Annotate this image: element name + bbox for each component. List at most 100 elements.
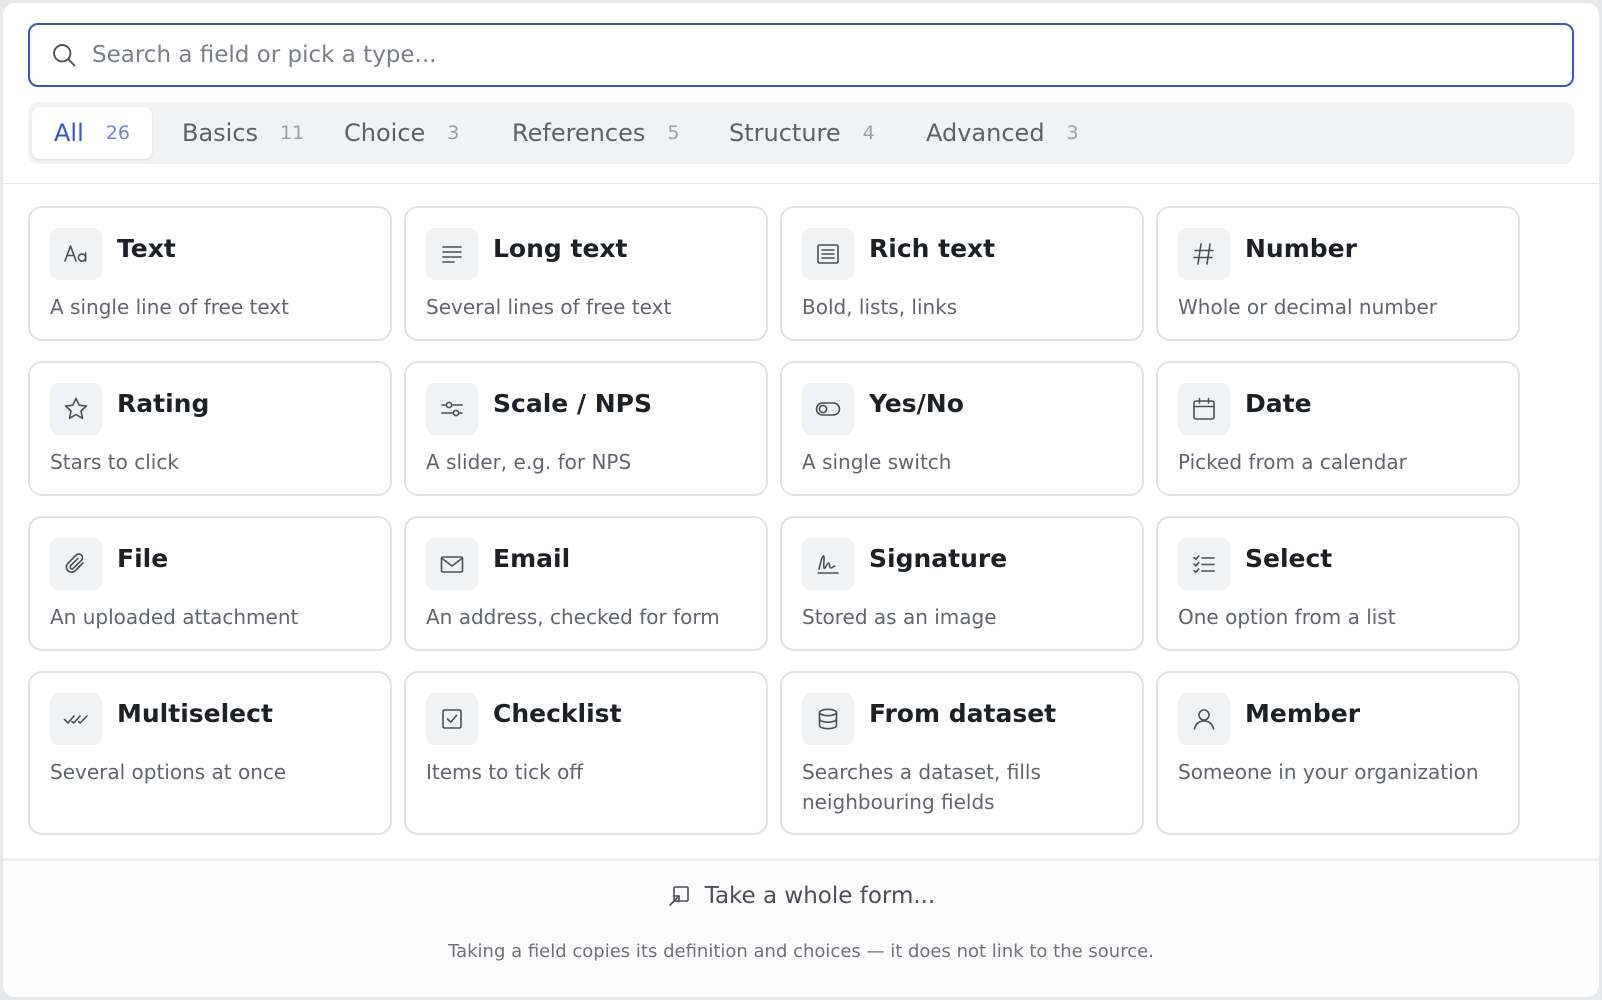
card-title: Long text bbox=[493, 234, 628, 263]
search-icon bbox=[53, 44, 76, 67]
field-type-member[interactable]: Member Someone in your organization bbox=[1156, 671, 1520, 835]
card-description: Searches a dataset, fills neighbouring f… bbox=[802, 760, 1041, 814]
category-tabs: All 26 Basics 11 Choice 3 References 5 S… bbox=[28, 102, 1574, 164]
field-type-rating[interactable]: Rating Stars to click bbox=[28, 361, 392, 496]
field-type-long-text[interactable]: Long text Several lines of free text bbox=[404, 206, 768, 341]
field-type-email[interactable]: Email An address, checked for form bbox=[404, 516, 768, 651]
divider bbox=[3, 183, 1599, 184]
field-type-from-dataset[interactable]: From dataset Searches a dataset, fills n… bbox=[780, 671, 1144, 835]
field-type-select[interactable]: Select One option from a list bbox=[1156, 516, 1520, 651]
card-title: Rich text bbox=[869, 234, 996, 263]
field-type-scale-nps[interactable]: Scale / NPS A slider, e.g. for NPS bbox=[404, 361, 768, 496]
tab-label: References bbox=[512, 119, 646, 147]
card-title: From dataset bbox=[869, 699, 1057, 728]
card-icon-box bbox=[802, 383, 854, 435]
tab-references[interactable]: References 5 bbox=[490, 107, 701, 159]
card-title: Multiselect bbox=[117, 699, 273, 728]
card-icon-box bbox=[1178, 383, 1230, 435]
checkbox-icon bbox=[442, 709, 462, 729]
card-icon-box bbox=[426, 538, 478, 590]
tab-structure[interactable]: Structure 4 bbox=[707, 107, 897, 159]
tab-all[interactable]: All 26 bbox=[32, 107, 152, 159]
card-title: File bbox=[117, 544, 169, 573]
user-icon bbox=[1193, 709, 1215, 730]
field-picker-panel: All 26 Basics 11 Choice 3 References 5 S… bbox=[3, 3, 1599, 997]
card-description: A slider, e.g. for NPS bbox=[426, 450, 632, 474]
card-description: Stars to click bbox=[50, 450, 179, 474]
card-icon-box bbox=[50, 693, 102, 745]
database-icon bbox=[818, 708, 838, 730]
field-type-rich-text[interactable]: Rich text Bold, lists, links bbox=[780, 206, 1144, 341]
field-type-signature[interactable]: Signature Stored as an image bbox=[780, 516, 1144, 651]
card-title: Email bbox=[493, 544, 571, 573]
tab-label: Choice bbox=[344, 119, 426, 147]
document-lines-icon bbox=[817, 244, 839, 264]
card-description: Picked from a calendar bbox=[1178, 450, 1407, 474]
tab-basics[interactable]: Basics 11 bbox=[160, 107, 326, 159]
card-icon-box bbox=[426, 228, 478, 280]
card-icon-box bbox=[50, 383, 102, 435]
footer-note: Taking a field copies its definition and… bbox=[448, 941, 1154, 962]
field-type-number[interactable]: Number Whole or decimal number bbox=[1156, 206, 1520, 341]
take-whole-form-label: Take a whole form... bbox=[704, 883, 936, 909]
card-icon-box bbox=[1178, 228, 1230, 280]
field-type-file[interactable]: File An uploaded attachment bbox=[28, 516, 392, 651]
field-type-yes-no[interactable]: Yes/No A single switch bbox=[780, 361, 1144, 496]
search-box[interactable] bbox=[28, 23, 1574, 87]
card-description: Bold, lists, links bbox=[802, 295, 958, 319]
tab-count: 3 bbox=[447, 122, 460, 144]
star-icon bbox=[64, 397, 88, 420]
tab-label: Structure bbox=[729, 119, 841, 147]
field-type-multiselect[interactable]: Multiselect Several options at once bbox=[28, 671, 392, 835]
card-description: Stored as an image bbox=[802, 605, 997, 629]
picker-footer: Take a whole form... Taking a field copi… bbox=[3, 858, 1599, 997]
card-title: Member bbox=[1245, 699, 1361, 728]
checklist-icon bbox=[1193, 555, 1215, 574]
tab-advanced[interactable]: Advanced 3 bbox=[904, 107, 1101, 159]
field-type-date[interactable]: Date Picked from a calendar bbox=[1156, 361, 1520, 496]
calendar-icon bbox=[1193, 397, 1215, 420]
tab-count: 5 bbox=[667, 122, 680, 144]
card-icon-box bbox=[50, 538, 102, 590]
take-whole-form-button[interactable]: Take a whole form... bbox=[3, 883, 1599, 909]
card-title: Yes/No bbox=[869, 389, 964, 418]
card-title: Select bbox=[1245, 544, 1333, 573]
text-aa-icon bbox=[64, 245, 87, 262]
card-title: Signature bbox=[869, 544, 1008, 573]
card-description: An address, checked for form bbox=[426, 605, 720, 629]
tab-label: Basics bbox=[182, 119, 259, 147]
card-icon-box bbox=[802, 228, 854, 280]
card-icon-box bbox=[802, 538, 854, 590]
tab-count: 26 bbox=[105, 122, 130, 144]
card-icon-box bbox=[426, 383, 478, 435]
card-description: An uploaded attachment bbox=[50, 605, 299, 629]
tab-choice[interactable]: Choice 3 bbox=[322, 107, 481, 159]
card-description: Several options at once bbox=[50, 760, 287, 784]
card-title: Date bbox=[1245, 389, 1312, 418]
card-title: Number bbox=[1245, 234, 1357, 263]
tab-count: 3 bbox=[1066, 122, 1079, 144]
envelope-icon bbox=[440, 556, 464, 573]
card-description: Several lines of free text bbox=[426, 295, 672, 319]
double-check-icon bbox=[63, 715, 88, 724]
card-title: Scale / NPS bbox=[493, 389, 653, 418]
card-icon-box bbox=[1178, 693, 1230, 745]
hash-icon bbox=[1193, 243, 1214, 265]
card-icon-box bbox=[50, 228, 102, 280]
paperclip-icon bbox=[65, 553, 84, 574]
tab-label: All bbox=[54, 119, 84, 147]
card-title: Checklist bbox=[493, 699, 622, 728]
tab-count: 4 bbox=[862, 122, 875, 144]
card-description: Someone in your organization bbox=[1178, 760, 1479, 784]
card-title: Rating bbox=[117, 389, 210, 418]
field-type-text[interactable]: Text A single line of free text bbox=[28, 206, 392, 341]
signature-icon bbox=[817, 555, 839, 574]
toggle-icon bbox=[815, 402, 841, 416]
form-import-icon bbox=[668, 886, 689, 906]
card-icon-box bbox=[426, 693, 478, 745]
search-input[interactable] bbox=[92, 42, 1552, 68]
sliders-icon bbox=[441, 401, 463, 417]
card-description: A single switch bbox=[802, 450, 952, 474]
card-description: A single line of free text bbox=[50, 295, 289, 319]
field-type-checklist[interactable]: Checklist Items to tick off bbox=[404, 671, 768, 835]
